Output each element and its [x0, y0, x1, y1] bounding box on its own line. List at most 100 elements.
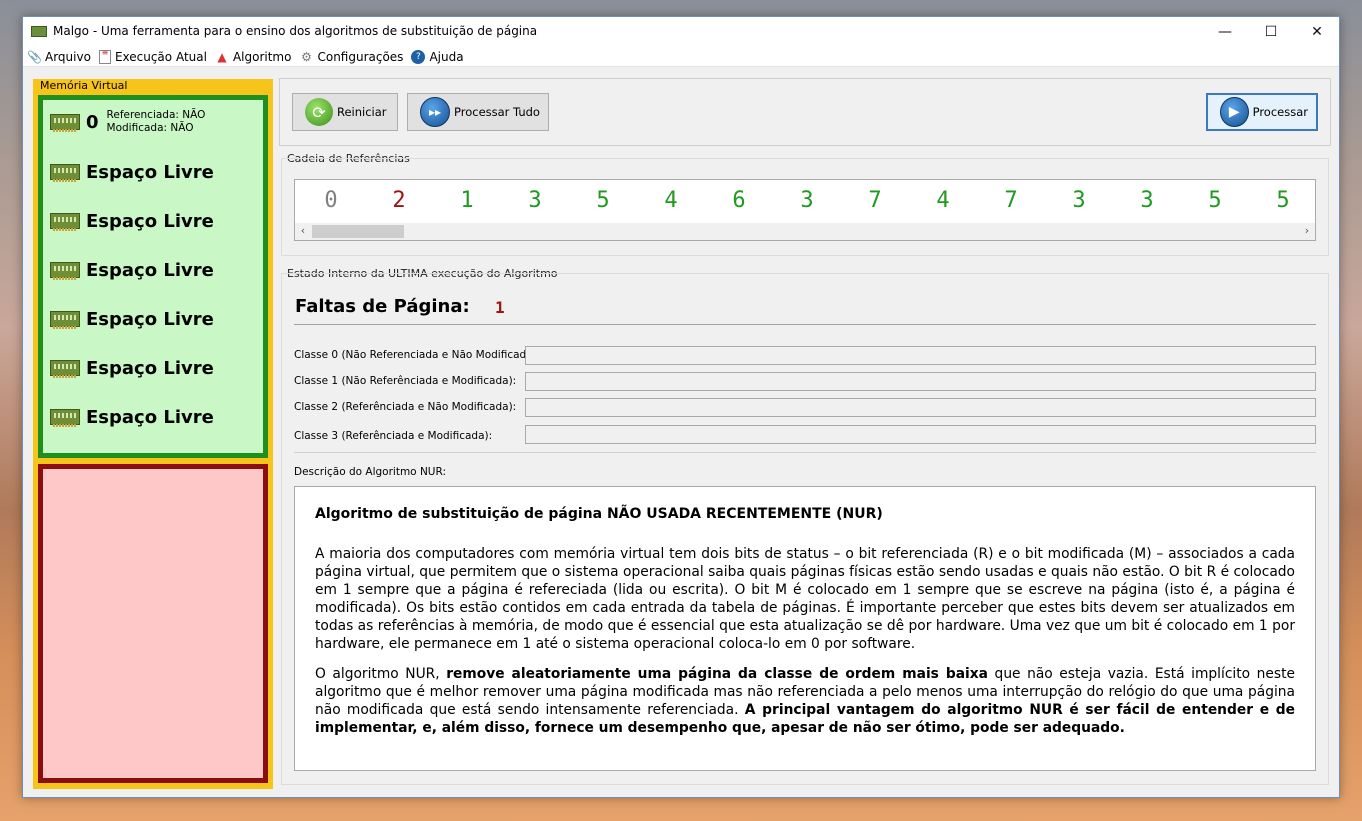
frame-modified: Modificada: NÃO	[106, 122, 194, 134]
description-box[interactable]: Algoritmo de substituição de página NÃO …	[294, 486, 1316, 771]
title-bar[interactable]: Malgo - Uma ferramenta para o ensino dos…	[23, 17, 1339, 47]
window-title: Malgo - Uma ferramenta para o ensino dos…	[53, 24, 538, 38]
reference-value: 5	[1276, 188, 1290, 213]
free-space-label: Espaço Livre	[86, 259, 214, 281]
class0-field	[525, 346, 1316, 365]
reference-value: 3	[528, 188, 542, 213]
reference-value: 4	[936, 188, 950, 213]
reference-value: 0	[324, 188, 338, 213]
toolbar: ⟳ Reiniciar ▸▸ Processar Tudo ▶ Processa…	[279, 78, 1331, 146]
reference-value: 3	[1140, 188, 1154, 213]
paragraph-bold-text: remove aleatoriamente uma página da clas…	[446, 666, 988, 682]
class2-label: Classe 2 (Referênciada e Não Modificada)…	[294, 401, 517, 413]
reference-value: 7	[1004, 188, 1018, 213]
menu-ajuda[interactable]: ? Ajuda	[411, 49, 464, 64]
minimize-button[interactable]: —	[1202, 17, 1248, 47]
menu-label: Algoritmo	[232, 49, 292, 64]
free-space-label: Espaço Livre	[86, 161, 214, 183]
frame-page-number: 0	[86, 111, 99, 133]
menu-arquivo[interactable]: 📎 Arquivo	[27, 50, 91, 64]
reference-value: 3	[1072, 188, 1086, 213]
class2-field	[525, 398, 1316, 417]
ram-icon	[50, 114, 80, 132]
menu-algoritmo[interactable]: ▲ Algoritmo	[215, 49, 292, 64]
frame-info: Referenciada: NÃO Modificada: NÃO	[107, 109, 206, 135]
ram-icon	[50, 213, 80, 231]
free-space-label: Espaço Livre	[86, 406, 214, 428]
refresh-icon: ⟳	[305, 98, 333, 126]
class3-field	[525, 425, 1316, 444]
frame-slot: Espaço Livre	[50, 307, 214, 331]
gear-icon: ⚙	[301, 49, 312, 64]
scroll-left-icon[interactable]: ‹	[296, 224, 310, 237]
frame-referenced: Referenciada: NÃO	[106, 109, 206, 121]
free-space-label: Espaço Livre	[86, 210, 214, 232]
frame-slot: Espaço Livre	[50, 356, 214, 380]
reference-value: 5	[1208, 188, 1222, 213]
class1-label: Classe 1 (Não Referênciada e Modificada)…	[294, 375, 517, 387]
ram-icon	[50, 409, 80, 427]
scrollbar-thumb[interactable]	[312, 225, 404, 238]
reference-value: 2	[392, 188, 406, 213]
reference-value: 1	[460, 188, 474, 213]
menu-bar: 📎 Arquivo ≡ Execução Atual ▲ Algoritmo ⚙…	[23, 47, 1339, 67]
restart-button[interactable]: ⟳ Reiniciar	[292, 93, 398, 131]
paperclip-icon: 📎	[27, 49, 42, 64]
frame-slot: Espaço Livre	[50, 258, 214, 282]
process-all-button[interactable]: ▸▸ Processar Tudo	[407, 93, 549, 131]
horizontal-scrollbar[interactable]: ‹ ›	[295, 223, 1315, 240]
ram-icon	[50, 262, 80, 280]
virtual-memory-label: Memória Virtual	[40, 79, 128, 92]
menu-configuracoes[interactable]: ⚙ Configurações	[299, 50, 403, 64]
process-all-label: Processar Tudo	[454, 105, 540, 119]
globe-help-icon: ?	[411, 49, 426, 64]
description-paragraph-1: A maioria dos computadores com memória v…	[315, 546, 1295, 652]
divider	[294, 452, 1316, 453]
reference-value: 5	[596, 188, 610, 213]
app-window: Malgo - Uma ferramenta para o ensino dos…	[22, 16, 1340, 798]
fast-forward-icon: ▸▸	[420, 97, 450, 127]
menu-label: Arquivo	[45, 49, 91, 64]
main-panel: ⟳ Reiniciar ▸▸ Processar Tudo ▶ Processa…	[279, 78, 1331, 788]
ram-app-icon	[31, 26, 47, 37]
ram-icon	[50, 360, 80, 378]
process-label: Processar	[1252, 105, 1308, 119]
swap-area	[38, 464, 268, 783]
page-faults-label: Faltas de Página:	[295, 296, 470, 317]
class1-field	[525, 372, 1316, 391]
list-icon: ≡	[98, 48, 111, 64]
description-title: Algoritmo de substituição de página NÃO …	[315, 506, 883, 522]
virtual-memory-panel: Memória Virtual 0 Referenciada: NÃO Modi…	[33, 79, 273, 789]
maximize-button[interactable]: ☐	[1248, 17, 1294, 47]
scroll-right-icon[interactable]: ›	[1300, 224, 1314, 237]
reference-value: 4	[664, 188, 678, 213]
free-space-label: Espaço Livre	[86, 357, 214, 379]
close-button[interactable]: ✕	[1294, 17, 1340, 47]
description-label: Descrição do Algoritmo NUR:	[294, 466, 446, 478]
frame-slot: 0 Referenciada: NÃO Modificada: NÃO	[50, 109, 206, 135]
reference-value: 7	[868, 188, 882, 213]
play-icon: ▶	[1220, 97, 1249, 127]
restart-label: Reiniciar	[337, 105, 387, 119]
menu-label: Configurações	[317, 49, 404, 64]
paragraph-text: O algoritmo NUR,	[315, 666, 447, 682]
frames-area: 0 Referenciada: NÃO Modificada: NÃO Espa…	[38, 95, 268, 458]
class0-label: Classe 0 (Não Referenciada e Não Modific…	[294, 349, 541, 361]
class3-label: Classe 3 (Referênciada e Modificada):	[294, 430, 493, 442]
page-faults-value: 1	[495, 298, 505, 317]
ram-icon	[50, 311, 80, 329]
frame-slot: Espaço Livre	[50, 209, 214, 233]
description-paragraph-2: O algoritmo NUR, remove aleatoriamente u…	[315, 665, 1295, 737]
process-button[interactable]: ▶ Processar	[1206, 93, 1318, 131]
frame-slot: Espaço Livre	[50, 405, 214, 429]
menu-execucao-atual[interactable]: ≡ Execução Atual	[98, 48, 207, 64]
menu-label: Ajuda	[429, 49, 464, 64]
reference-value: 6	[732, 188, 746, 213]
reference-value: 3	[800, 188, 814, 213]
shapes-icon: ▲	[217, 49, 227, 64]
divider	[294, 324, 1316, 325]
reference-string[interactable]: 0 2 1 3 5 4 6 3 7 4 7 3 3 5 5 ‹ ›	[294, 179, 1316, 241]
ram-icon	[50, 164, 80, 182]
free-space-label: Espaço Livre	[86, 308, 214, 330]
frame-slot: Espaço Livre	[50, 160, 214, 184]
